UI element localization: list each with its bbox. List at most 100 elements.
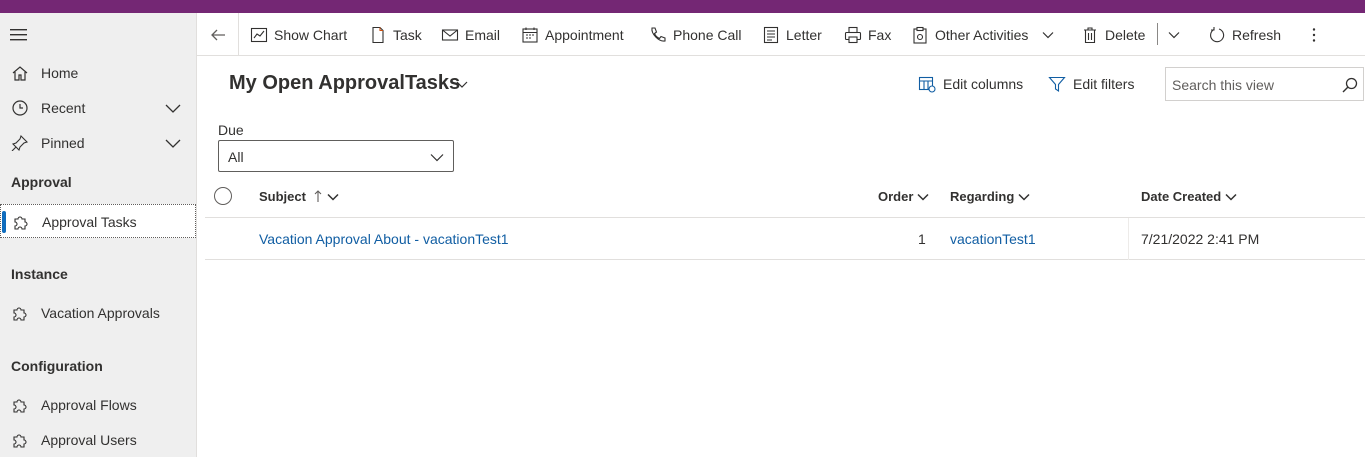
search-icon[interactable] bbox=[1341, 76, 1359, 94]
show-chart-label: Show Chart bbox=[274, 26, 348, 43]
fax-icon bbox=[844, 26, 862, 43]
refresh-button[interactable]: Refresh bbox=[1208, 13, 1281, 56]
divider bbox=[238, 13, 239, 56]
due-filter-value: All bbox=[228, 149, 244, 165]
edit-columns-label: Edit columns bbox=[943, 76, 1024, 92]
chevron-down-icon bbox=[917, 193, 929, 201]
fax-button[interactable]: Fax bbox=[844, 13, 891, 56]
chart-icon bbox=[250, 27, 268, 42]
sidebar-item-approval-flows[interactable]: Approval Flows bbox=[0, 388, 196, 422]
select-all-radio[interactable] bbox=[214, 187, 232, 205]
chevron-down-icon bbox=[327, 193, 339, 201]
sidebar-item-vacation-approvals[interactable]: Vacation Approvals bbox=[0, 296, 196, 330]
clipboard-icon bbox=[913, 26, 927, 44]
puzzle-icon bbox=[13, 399, 27, 413]
table-row[interactable]: Vacation Approval About - vacationTest1 … bbox=[205, 218, 1365, 260]
fax-label: Fax bbox=[868, 26, 892, 43]
delete-label: Delete bbox=[1105, 26, 1146, 43]
date-created-cell: 7/21/2022 2:41 PM bbox=[1141, 231, 1260, 247]
chevron-down-icon bbox=[1225, 193, 1237, 201]
view-selector-chevron-icon[interactable] bbox=[455, 77, 469, 91]
sidebar-item-approval-users[interactable]: Approval Users bbox=[0, 423, 196, 457]
edit-columns-icon bbox=[918, 76, 936, 93]
puzzle-icon bbox=[13, 434, 27, 448]
pin-icon bbox=[11, 135, 29, 151]
email-label: Email bbox=[465, 26, 501, 43]
sidebar-group-heading: Instance bbox=[11, 266, 68, 282]
more-delete-options-button[interactable] bbox=[1168, 13, 1180, 56]
sidebar-item-approval-tasks[interactable]: Approval Tasks bbox=[0, 204, 196, 238]
sidebar-group-heading: Approval bbox=[11, 174, 72, 190]
chevron-down-icon bbox=[1168, 31, 1180, 38]
edit-filters-button[interactable]: Edit filters bbox=[1048, 74, 1134, 94]
active-indicator bbox=[2, 211, 6, 233]
edit-columns-button[interactable]: Edit columns bbox=[918, 74, 1023, 94]
refresh-icon bbox=[1210, 26, 1225, 42]
chevron-down-icon bbox=[1018, 193, 1030, 201]
refresh-label: Refresh bbox=[1232, 26, 1282, 43]
puzzle-icon bbox=[14, 216, 28, 230]
subject-link[interactable]: Vacation Approval About - vacationTest1 bbox=[259, 231, 509, 247]
command-bar: Show Chart Task Email Appointment Phone … bbox=[197, 13, 1365, 56]
puzzle-icon bbox=[13, 307, 27, 321]
column-divider bbox=[1128, 218, 1129, 260]
app-header-bar bbox=[0, 0, 1365, 13]
chevron-down-icon bbox=[1042, 31, 1054, 38]
filter-icon bbox=[1048, 76, 1066, 93]
sidebar-item-pinned[interactable]: Pinned bbox=[0, 126, 196, 160]
task-button[interactable]: Task bbox=[369, 13, 422, 56]
edit-filters-label: Edit filters bbox=[1073, 76, 1135, 92]
divider bbox=[1157, 23, 1158, 45]
phone-icon bbox=[651, 26, 666, 42]
letter-button[interactable]: Letter bbox=[762, 13, 822, 56]
phone-call-button[interactable]: Phone Call bbox=[649, 13, 742, 56]
column-header-date-created[interactable]: Date Created bbox=[1141, 189, 1237, 204]
chevron-down-icon bbox=[430, 154, 444, 162]
delete-button[interactable]: Delete bbox=[1081, 13, 1145, 56]
view-title[interactable]: My Open ApprovalTasks bbox=[229, 72, 460, 95]
column-header-regarding[interactable]: Regarding bbox=[950, 189, 1030, 204]
more-vertical-icon bbox=[1312, 27, 1316, 42]
sidebar-group-heading: Configuration bbox=[11, 358, 103, 374]
sidebar: Home Recent Pinned Approval Approval Tas… bbox=[0, 13, 197, 457]
appointment-button[interactable]: Appointment bbox=[521, 13, 624, 56]
sort-ascending-icon bbox=[314, 190, 322, 202]
other-activities-button[interactable]: Other Activities bbox=[911, 13, 1054, 56]
task-icon bbox=[372, 26, 384, 43]
other-activities-label: Other Activities bbox=[935, 26, 1029, 43]
column-header-label: Order bbox=[878, 189, 914, 204]
column-header-order[interactable]: Order bbox=[878, 189, 929, 204]
letter-icon bbox=[763, 26, 779, 43]
more-commands-button[interactable] bbox=[1305, 13, 1323, 56]
order-cell: 1 bbox=[918, 231, 926, 247]
sidebar-item-label: Approval Flows bbox=[41, 397, 137, 413]
clock-icon bbox=[12, 100, 28, 116]
hamburger-menu-icon[interactable] bbox=[10, 28, 28, 42]
due-filter-select[interactable]: All bbox=[218, 140, 454, 172]
back-button[interactable] bbox=[209, 13, 227, 56]
letter-label: Letter bbox=[786, 26, 822, 43]
back-arrow-icon bbox=[211, 29, 225, 40]
column-header-label: Date Created bbox=[1141, 189, 1222, 204]
column-header-subject[interactable]: Subject bbox=[259, 189, 339, 204]
trash-icon bbox=[1084, 26, 1096, 43]
sidebar-item-home[interactable]: Home bbox=[0, 56, 196, 90]
show-chart-button[interactable]: Show Chart bbox=[250, 13, 347, 56]
sidebar-item-label: Home bbox=[41, 65, 79, 81]
regarding-link[interactable]: vacationTest1 bbox=[950, 231, 1036, 247]
phone-call-label: Phone Call bbox=[673, 26, 742, 43]
sidebar-item-label: Recent bbox=[41, 100, 86, 116]
sidebar-item-recent[interactable]: Recent bbox=[0, 91, 196, 125]
home-icon bbox=[12, 66, 28, 81]
due-filter-label: Due bbox=[218, 122, 244, 138]
column-header-label: Regarding bbox=[950, 189, 1015, 204]
email-button[interactable]: Email bbox=[441, 13, 500, 56]
chevron-down-icon[interactable] bbox=[164, 100, 182, 116]
search-input[interactable] bbox=[1172, 75, 1332, 95]
column-header-label: Subject bbox=[259, 189, 306, 204]
appointment-label: Appointment bbox=[545, 26, 624, 43]
sidebar-item-label: Approval Users bbox=[41, 432, 137, 448]
grid-header: Subject Order Regarding Date Created bbox=[205, 177, 1365, 218]
search-box bbox=[1165, 67, 1364, 101]
chevron-down-icon[interactable] bbox=[164, 135, 182, 151]
